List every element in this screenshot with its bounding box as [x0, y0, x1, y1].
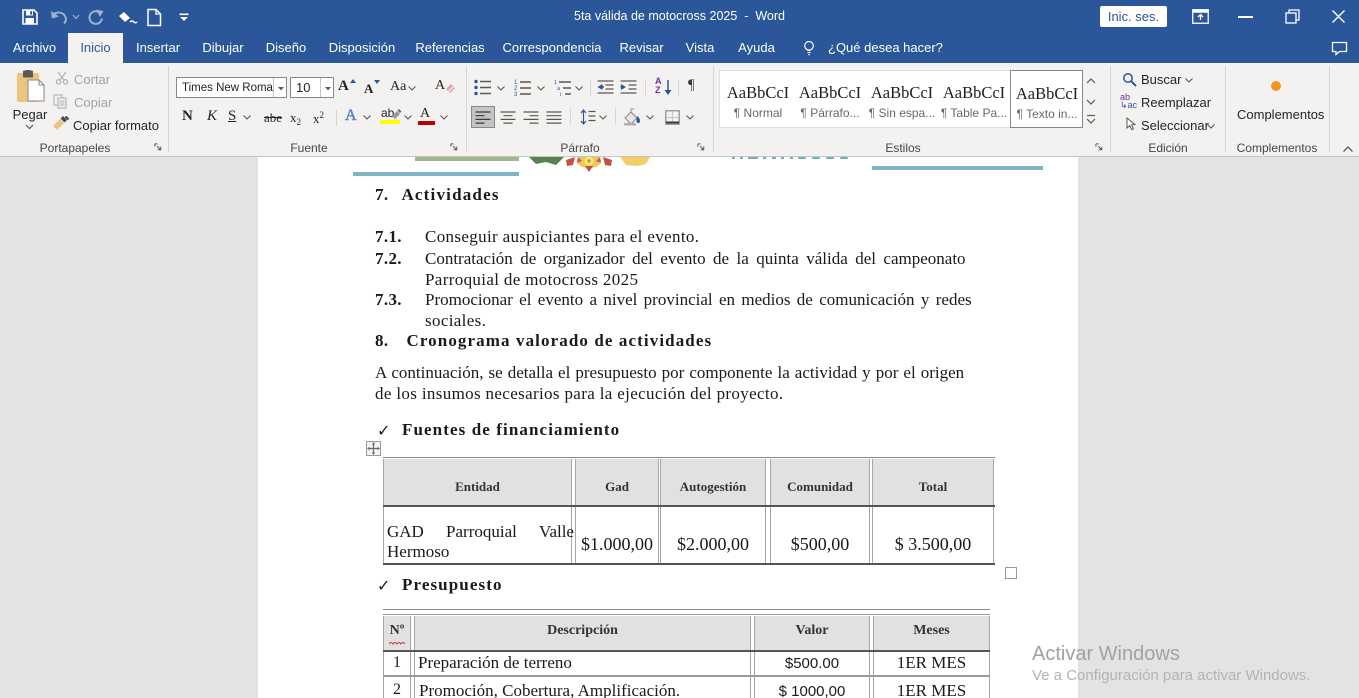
svg-text:i: i [560, 92, 561, 96]
svg-text:3: 3 [514, 92, 518, 96]
